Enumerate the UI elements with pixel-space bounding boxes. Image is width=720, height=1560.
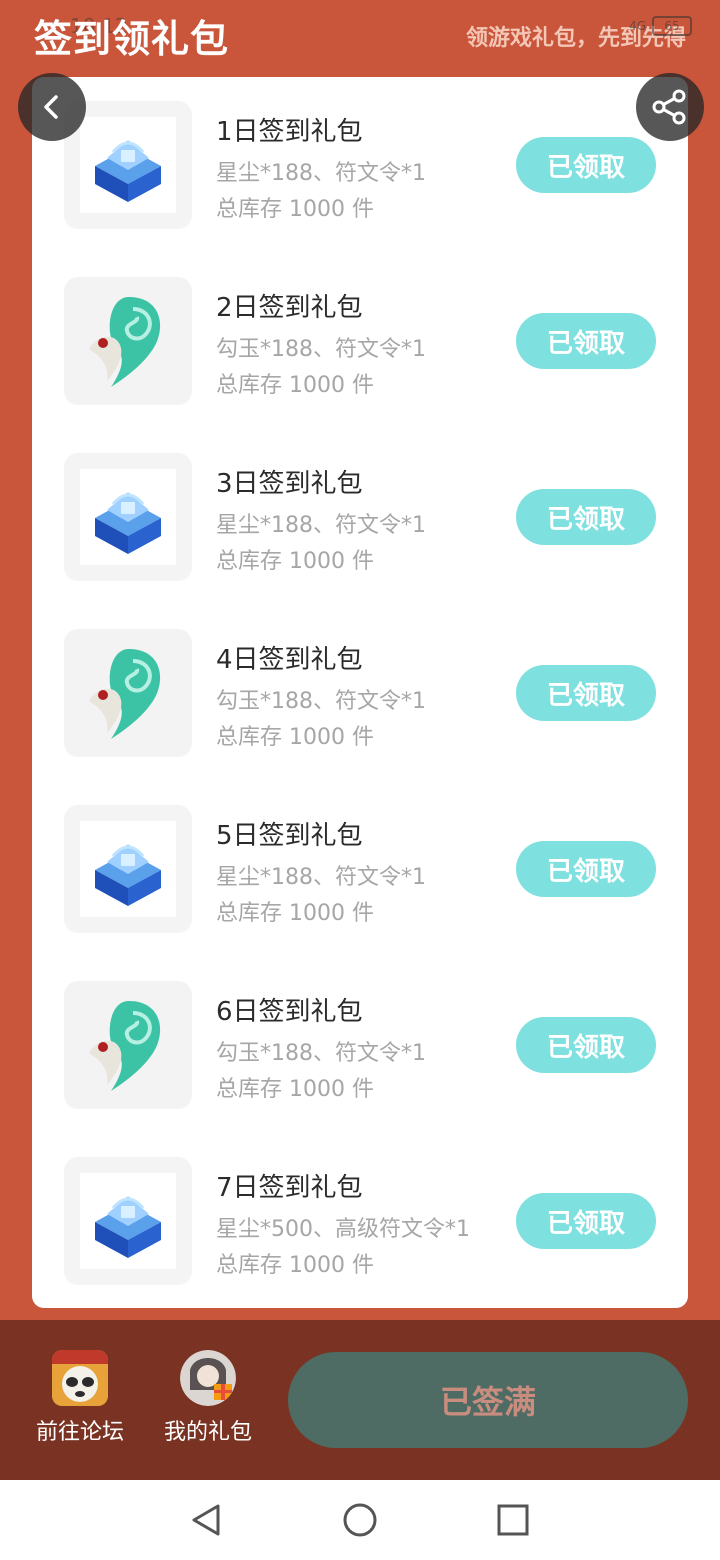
header: 10:12 签到领礼包 领游戏礼包，先到先得 4G 65 (0, 0, 720, 80)
gift-thumb (64, 1157, 192, 1285)
gift-description: 勾玉*188、符文令*1 (216, 689, 426, 714)
gift-description: 星尘*188、符文令*1 (216, 161, 426, 186)
gift-title: 3日签到礼包 (216, 469, 363, 499)
forum-link[interactable]: 前往论坛 (25, 1350, 135, 1446)
jade-magatama-icon (89, 649, 161, 739)
jade-magatama-icon (89, 297, 161, 387)
gift-row-day-7: 7日签到礼包 星尘*500、高级符文令*1 总库存 1000 件 已领取 (32, 1133, 688, 1308)
chevron-left-icon (44, 95, 58, 119)
gift-title: 1日签到礼包 (216, 117, 363, 147)
blue-chest-icon (95, 492, 161, 554)
gift-thumb (64, 277, 192, 405)
claimed-button[interactable]: 已领取 (516, 489, 656, 545)
gift-description: 勾玉*188、符文令*1 (216, 337, 426, 362)
gift-list-card: 1日签到礼包 星尘*188、符文令*1 总库存 1000 件 已领取 2日签到礼… (32, 77, 688, 1308)
gift-stock: 总库存 1000 件 (216, 549, 374, 574)
nav-home-icon[interactable] (340, 1500, 380, 1540)
blue-chest-icon (95, 1196, 161, 1258)
gift-row-day-1: 1日签到礼包 星尘*188、符文令*1 总库存 1000 件 已领取 (32, 77, 688, 253)
signed-full-button[interactable]: 已签满 (288, 1352, 688, 1448)
share-button[interactable] (636, 73, 704, 141)
gift-description: 勾玉*188、符文令*1 (216, 1041, 426, 1066)
claimed-button[interactable]: 已领取 (516, 313, 656, 369)
blue-chest-icon (95, 140, 161, 202)
gift-row-day-2: 2日签到礼包 勾玉*188、符文令*1 总库存 1000 件 已领取 (32, 253, 688, 429)
forum-label: 前往论坛 (35, 1420, 124, 1445)
gift-description: 星尘*188、符文令*1 (216, 513, 426, 538)
gift-description: 星尘*500、高级符文令*1 (216, 1217, 470, 1242)
claimed-button[interactable]: 已领取 (516, 665, 656, 721)
gift-stock: 总库存 1000 件 (216, 373, 374, 398)
claimed-button[interactable]: 已领取 (516, 1017, 656, 1073)
page-title: 签到领礼包 (34, 17, 230, 61)
gift-stock: 总库存 1000 件 (216, 901, 374, 926)
nav-back-icon[interactable] (186, 1500, 226, 1540)
my-gifts-avatar-icon (180, 1350, 236, 1406)
share-icon (652, 89, 686, 125)
network-label: 4G (629, 19, 646, 33)
status-icons: 4G 65 (629, 16, 692, 36)
claimed-button[interactable]: 已领取 (516, 841, 656, 897)
gift-stock: 总库存 1000 件 (216, 1077, 374, 1102)
forum-avatar-icon (52, 1350, 108, 1406)
gift-title: 4日签到礼包 (216, 645, 363, 675)
bottom-action-bar: 前往论坛 我的礼包 已签满 (0, 1320, 720, 1480)
gift-row-day-6: 6日签到礼包 勾玉*188、符文令*1 总库存 1000 件 已领取 (32, 957, 688, 1133)
gift-thumb (64, 629, 192, 757)
battery-icon: 65 (652, 16, 692, 36)
back-button[interactable] (18, 73, 86, 141)
jade-magatama-icon (89, 1001, 161, 1091)
nav-recent-icon[interactable] (493, 1500, 533, 1540)
gift-row-day-4: 4日签到礼包 勾玉*188、符文令*1 总库存 1000 件 已领取 (32, 605, 688, 781)
gift-thumb (64, 453, 192, 581)
battery-level: 65 (664, 19, 680, 33)
gift-thumb (64, 805, 192, 933)
my-gifts-label: 我的礼包 (163, 1420, 252, 1445)
gift-thumb (64, 981, 192, 1109)
claimed-button[interactable]: 已领取 (516, 1193, 656, 1249)
gift-title: 5日签到礼包 (216, 821, 363, 851)
gift-title: 2日签到礼包 (216, 293, 363, 323)
gift-stock: 总库存 1000 件 (216, 197, 374, 222)
blue-chest-icon (95, 844, 161, 906)
gift-stock: 总库存 1000 件 (216, 1253, 374, 1278)
gift-description: 星尘*188、符文令*1 (216, 865, 426, 890)
my-gifts-link[interactable]: 我的礼包 (153, 1350, 263, 1446)
gift-stock: 总库存 1000 件 (216, 725, 374, 750)
gift-title: 6日签到礼包 (216, 997, 363, 1027)
gift-row-day-5: 5日签到礼包 星尘*188、符文令*1 总库存 1000 件 已领取 (32, 781, 688, 957)
gift-title: 7日签到礼包 (216, 1173, 363, 1203)
system-nav-bar (0, 1480, 720, 1560)
claimed-button[interactable]: 已领取 (516, 137, 656, 193)
gift-row-day-3: 3日签到礼包 星尘*188、符文令*1 总库存 1000 件 已领取 (32, 429, 688, 605)
